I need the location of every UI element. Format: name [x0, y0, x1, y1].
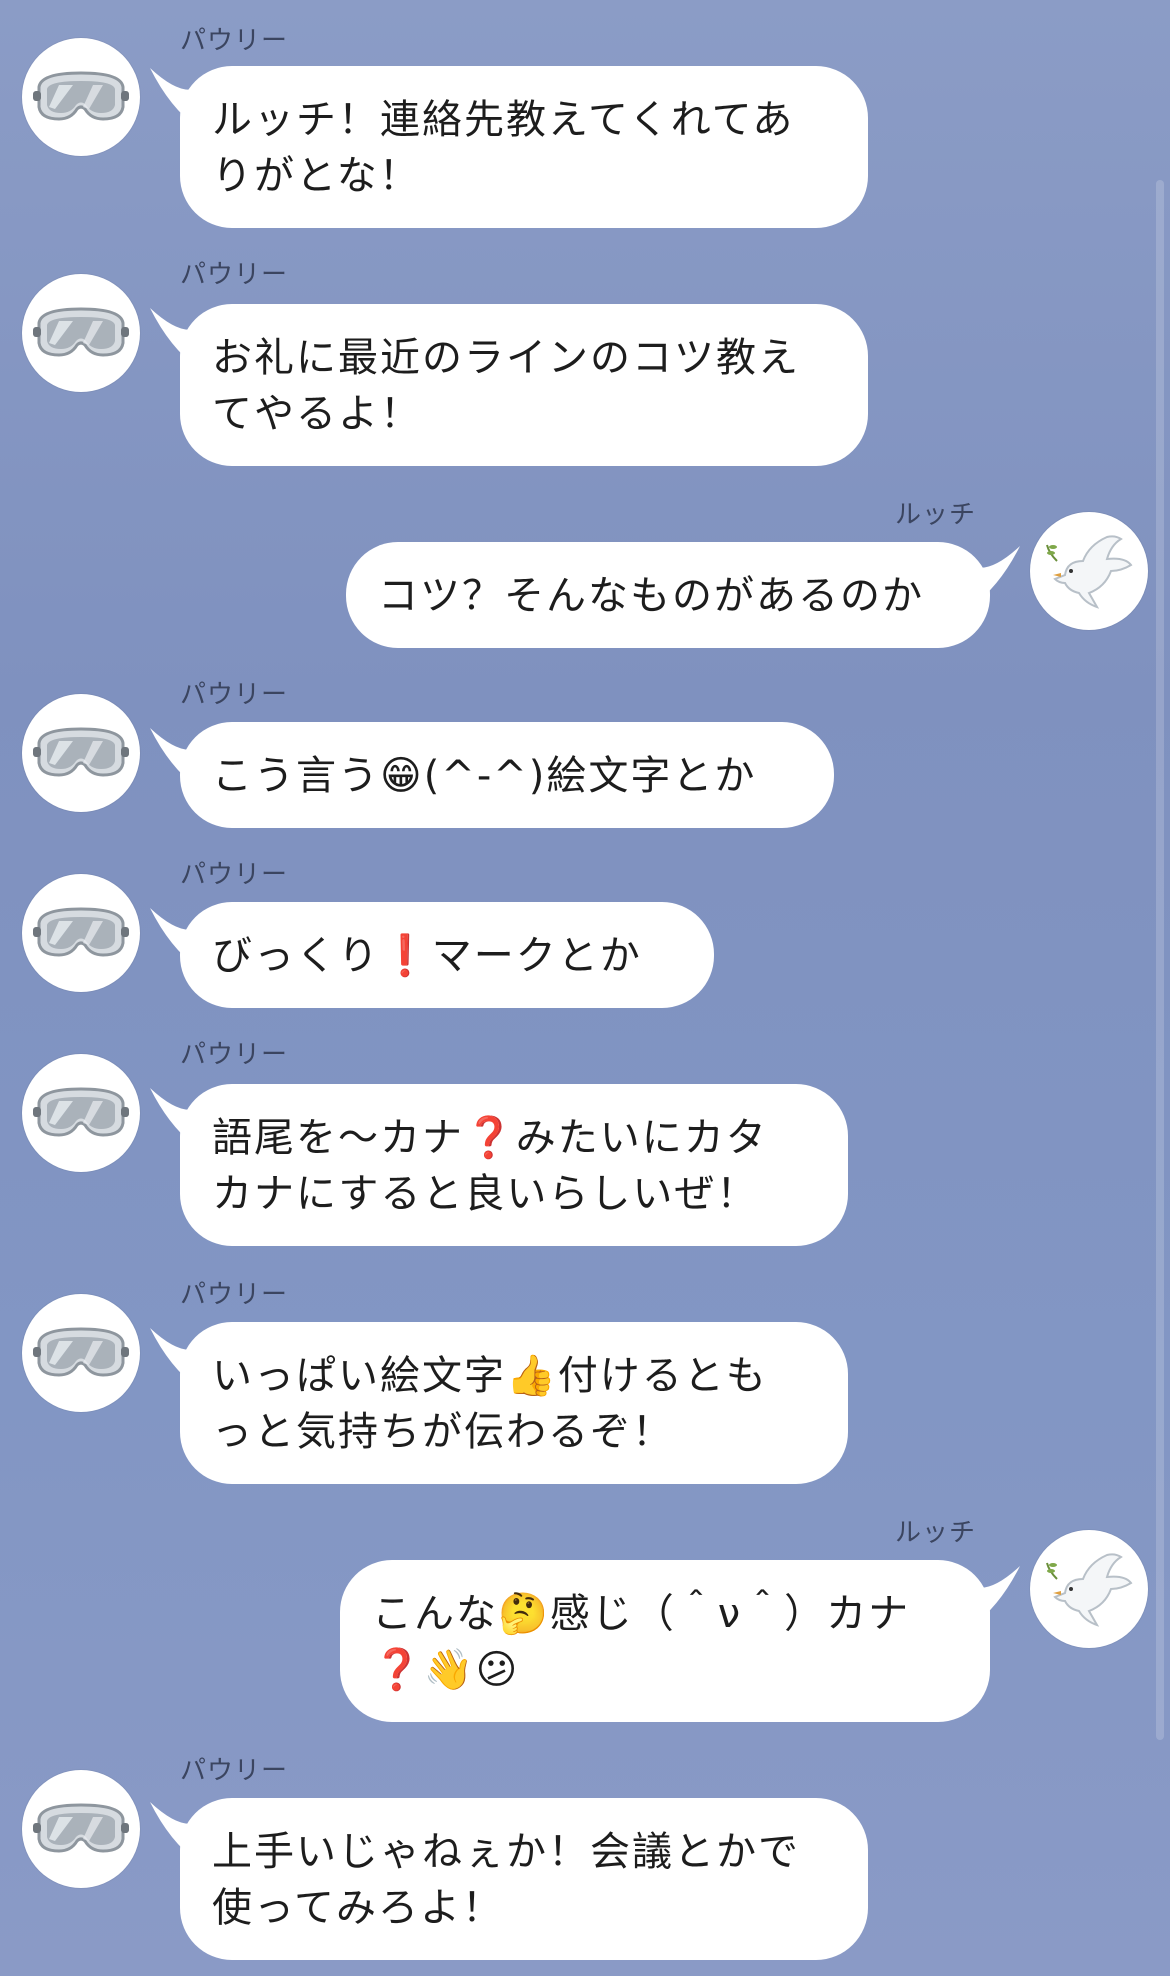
- message-bubble[interactable]: 語尾を〜カナ❓みたいにカタ カナにすると良いらしいぜ！: [180, 1084, 848, 1246]
- message-bubble[interactable]: ルッチ！連絡先教えてくれてあ りがとな！: [180, 66, 868, 228]
- goggles-icon[interactable]: [22, 1054, 140, 1172]
- sender-name: パウリー: [180, 860, 289, 890]
- goggles-icon[interactable]: [22, 1294, 140, 1412]
- scrollbar[interactable]: [1156, 180, 1164, 1740]
- message-bubble[interactable]: コツ？そんなものがあるのか: [346, 542, 990, 648]
- message-bubble[interactable]: お礼に最近のラインのコツ教え てやるよ！: [180, 304, 868, 466]
- goggles-icon[interactable]: [22, 38, 140, 156]
- sender-name: パウリー: [180, 26, 289, 56]
- sender-name: パウリー: [180, 260, 289, 290]
- message-bubble[interactable]: こんな🤔感じ（＾ν＾）カナ ❓👋😕: [340, 1560, 990, 1722]
- message-bubble[interactable]: 上手いじゃねぇか！会議とかで 使ってみろよ！: [180, 1798, 868, 1960]
- goggles-icon[interactable]: [22, 874, 140, 992]
- goggles-icon[interactable]: [22, 274, 140, 392]
- message-bubble[interactable]: びっくり❗️マークとか: [180, 902, 714, 1008]
- message-bubble[interactable]: いっぱい絵文字👍付けるとも っと気持ちが伝わるぞ！: [180, 1322, 848, 1484]
- sender-name: パウリー: [180, 680, 289, 710]
- dove-icon[interactable]: [1030, 1530, 1148, 1648]
- chat-area[interactable]: パウリー ルッチ！連絡先教えてくれてあ りがとな！ パウリー お礼に最近のライン…: [0, 0, 1170, 1976]
- sender-name: ルッチ: [895, 1518, 977, 1548]
- goggles-icon[interactable]: [22, 694, 140, 812]
- sender-name: ルッチ: [895, 500, 977, 530]
- sender-name: パウリー: [180, 1040, 289, 1070]
- message-bubble[interactable]: こう言う😁(^-^)絵文字とか: [180, 722, 834, 828]
- sender-name: パウリー: [180, 1756, 289, 1786]
- goggles-icon[interactable]: [22, 1770, 140, 1888]
- sender-name: パウリー: [180, 1280, 289, 1310]
- dove-icon[interactable]: [1030, 512, 1148, 630]
